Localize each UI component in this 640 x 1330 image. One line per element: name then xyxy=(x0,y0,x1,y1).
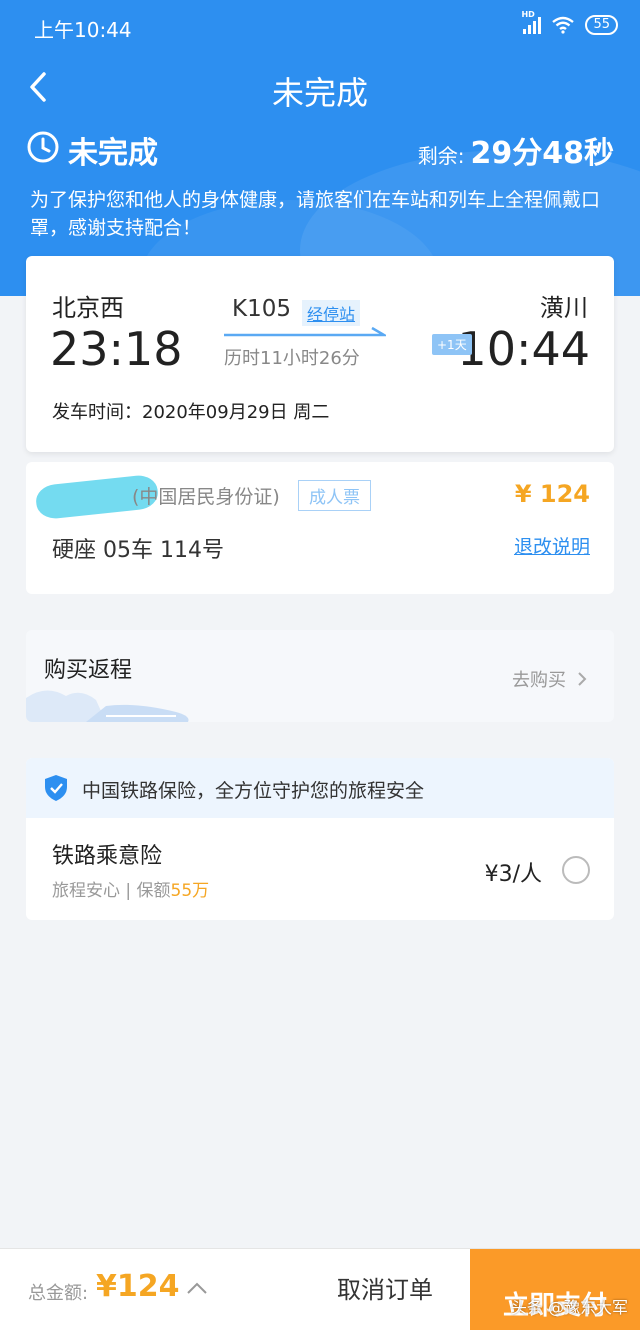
signal-icon: HD xyxy=(521,10,542,34)
chevron-up-icon[interactable] xyxy=(186,1281,208,1295)
ticket-type-badge: 成人票 xyxy=(298,480,371,511)
insurance-name: 铁路乘意险 xyxy=(52,844,163,869)
id-type: (中国居民身份证) xyxy=(132,486,280,508)
total-label: 总金额: xyxy=(28,1283,89,1304)
insurance-radio[interactable] xyxy=(562,856,590,884)
go-buy-link[interactable]: 去购买 xyxy=(512,666,566,692)
route-arrow-icon xyxy=(224,326,386,337)
train-illustration-icon xyxy=(26,690,189,722)
status-time: 上午10:44 xyxy=(34,18,132,42)
insurance-price: ¥3/人 xyxy=(484,862,542,887)
total-amount: ¥124 xyxy=(96,1269,180,1304)
stops-link[interactable]: 经停站 xyxy=(302,300,361,326)
watermark: 头条 @豫东大军 xyxy=(510,1298,628,1317)
nav-bar: 未完成 xyxy=(0,60,640,116)
arrival-station: 潢川 xyxy=(540,294,588,322)
arrival-time: 10:44 xyxy=(457,322,590,376)
return-trip-card[interactable]: 购买返程 去购买 xyxy=(26,630,614,722)
insurance-header: 中国铁路保险，全方位守护您的旅程安全 xyxy=(26,758,614,818)
insurance-card: 中国铁路保险，全方位守护您的旅程安全 铁路乘意险 旅程安心 | 保额55万 ¥3… xyxy=(26,758,614,920)
plus-day-badge: +1天 xyxy=(432,334,472,355)
signal-hd-label: HD xyxy=(521,10,535,19)
passenger-card: (中国居民身份证) 成人票 ¥ 124 硬座 05车 114号 退改说明 xyxy=(26,462,614,594)
departure-station: 北京西 xyxy=(52,294,124,322)
clock-icon xyxy=(27,131,59,163)
departure-date: 发车时间：2020年09月29日 周二 xyxy=(52,402,330,423)
status-bar: 上午10:44 HD 55 xyxy=(0,0,640,54)
countdown-value: 29分48秒 xyxy=(470,136,615,171)
status-icons: HD 55 xyxy=(521,10,618,35)
countdown-label: 剩余: xyxy=(417,144,465,168)
seat-info: 硬座 05车 114号 xyxy=(52,538,224,563)
health-notice: 为了保护您和他人的身体健康，请旅客们在车站和列车上全程佩戴口罩，感谢支持配合！ xyxy=(30,189,601,239)
order-status-row: 未完成 剩余: 29分48秒 xyxy=(26,128,614,171)
trip-card: 北京西 潢川 23:18 10:44 K105 经停站 历时11小时26分 +1… xyxy=(26,256,614,452)
page-title: 未完成 xyxy=(271,74,368,112)
ticket-price: ¥ 124 xyxy=(514,480,590,508)
insurance-description: 旅程安心 | 保额55万 xyxy=(52,876,209,901)
countdown: 剩余: 29分48秒 xyxy=(418,128,614,172)
order-state: 未完成 xyxy=(68,136,158,171)
chevron-right-icon xyxy=(578,672,587,686)
shield-icon xyxy=(45,775,67,801)
insurance-coverage: 55万 xyxy=(170,881,210,901)
battery-indicator: 55 xyxy=(585,15,618,35)
refund-policy-link[interactable]: 退改说明 xyxy=(514,532,590,559)
insurance-headline: 中国铁路保险，全方位守护您的旅程安全 xyxy=(82,780,425,802)
train-number: K105 xyxy=(232,296,291,322)
trip-duration: 历时11小时26分 xyxy=(224,348,360,369)
cancel-order-button[interactable]: 取消订单 xyxy=(310,1249,460,1330)
insurance-desc-prefix: 旅程安心 | 保额 xyxy=(52,881,171,901)
departure-time: 23:18 xyxy=(50,322,183,376)
wifi-icon xyxy=(552,16,575,34)
